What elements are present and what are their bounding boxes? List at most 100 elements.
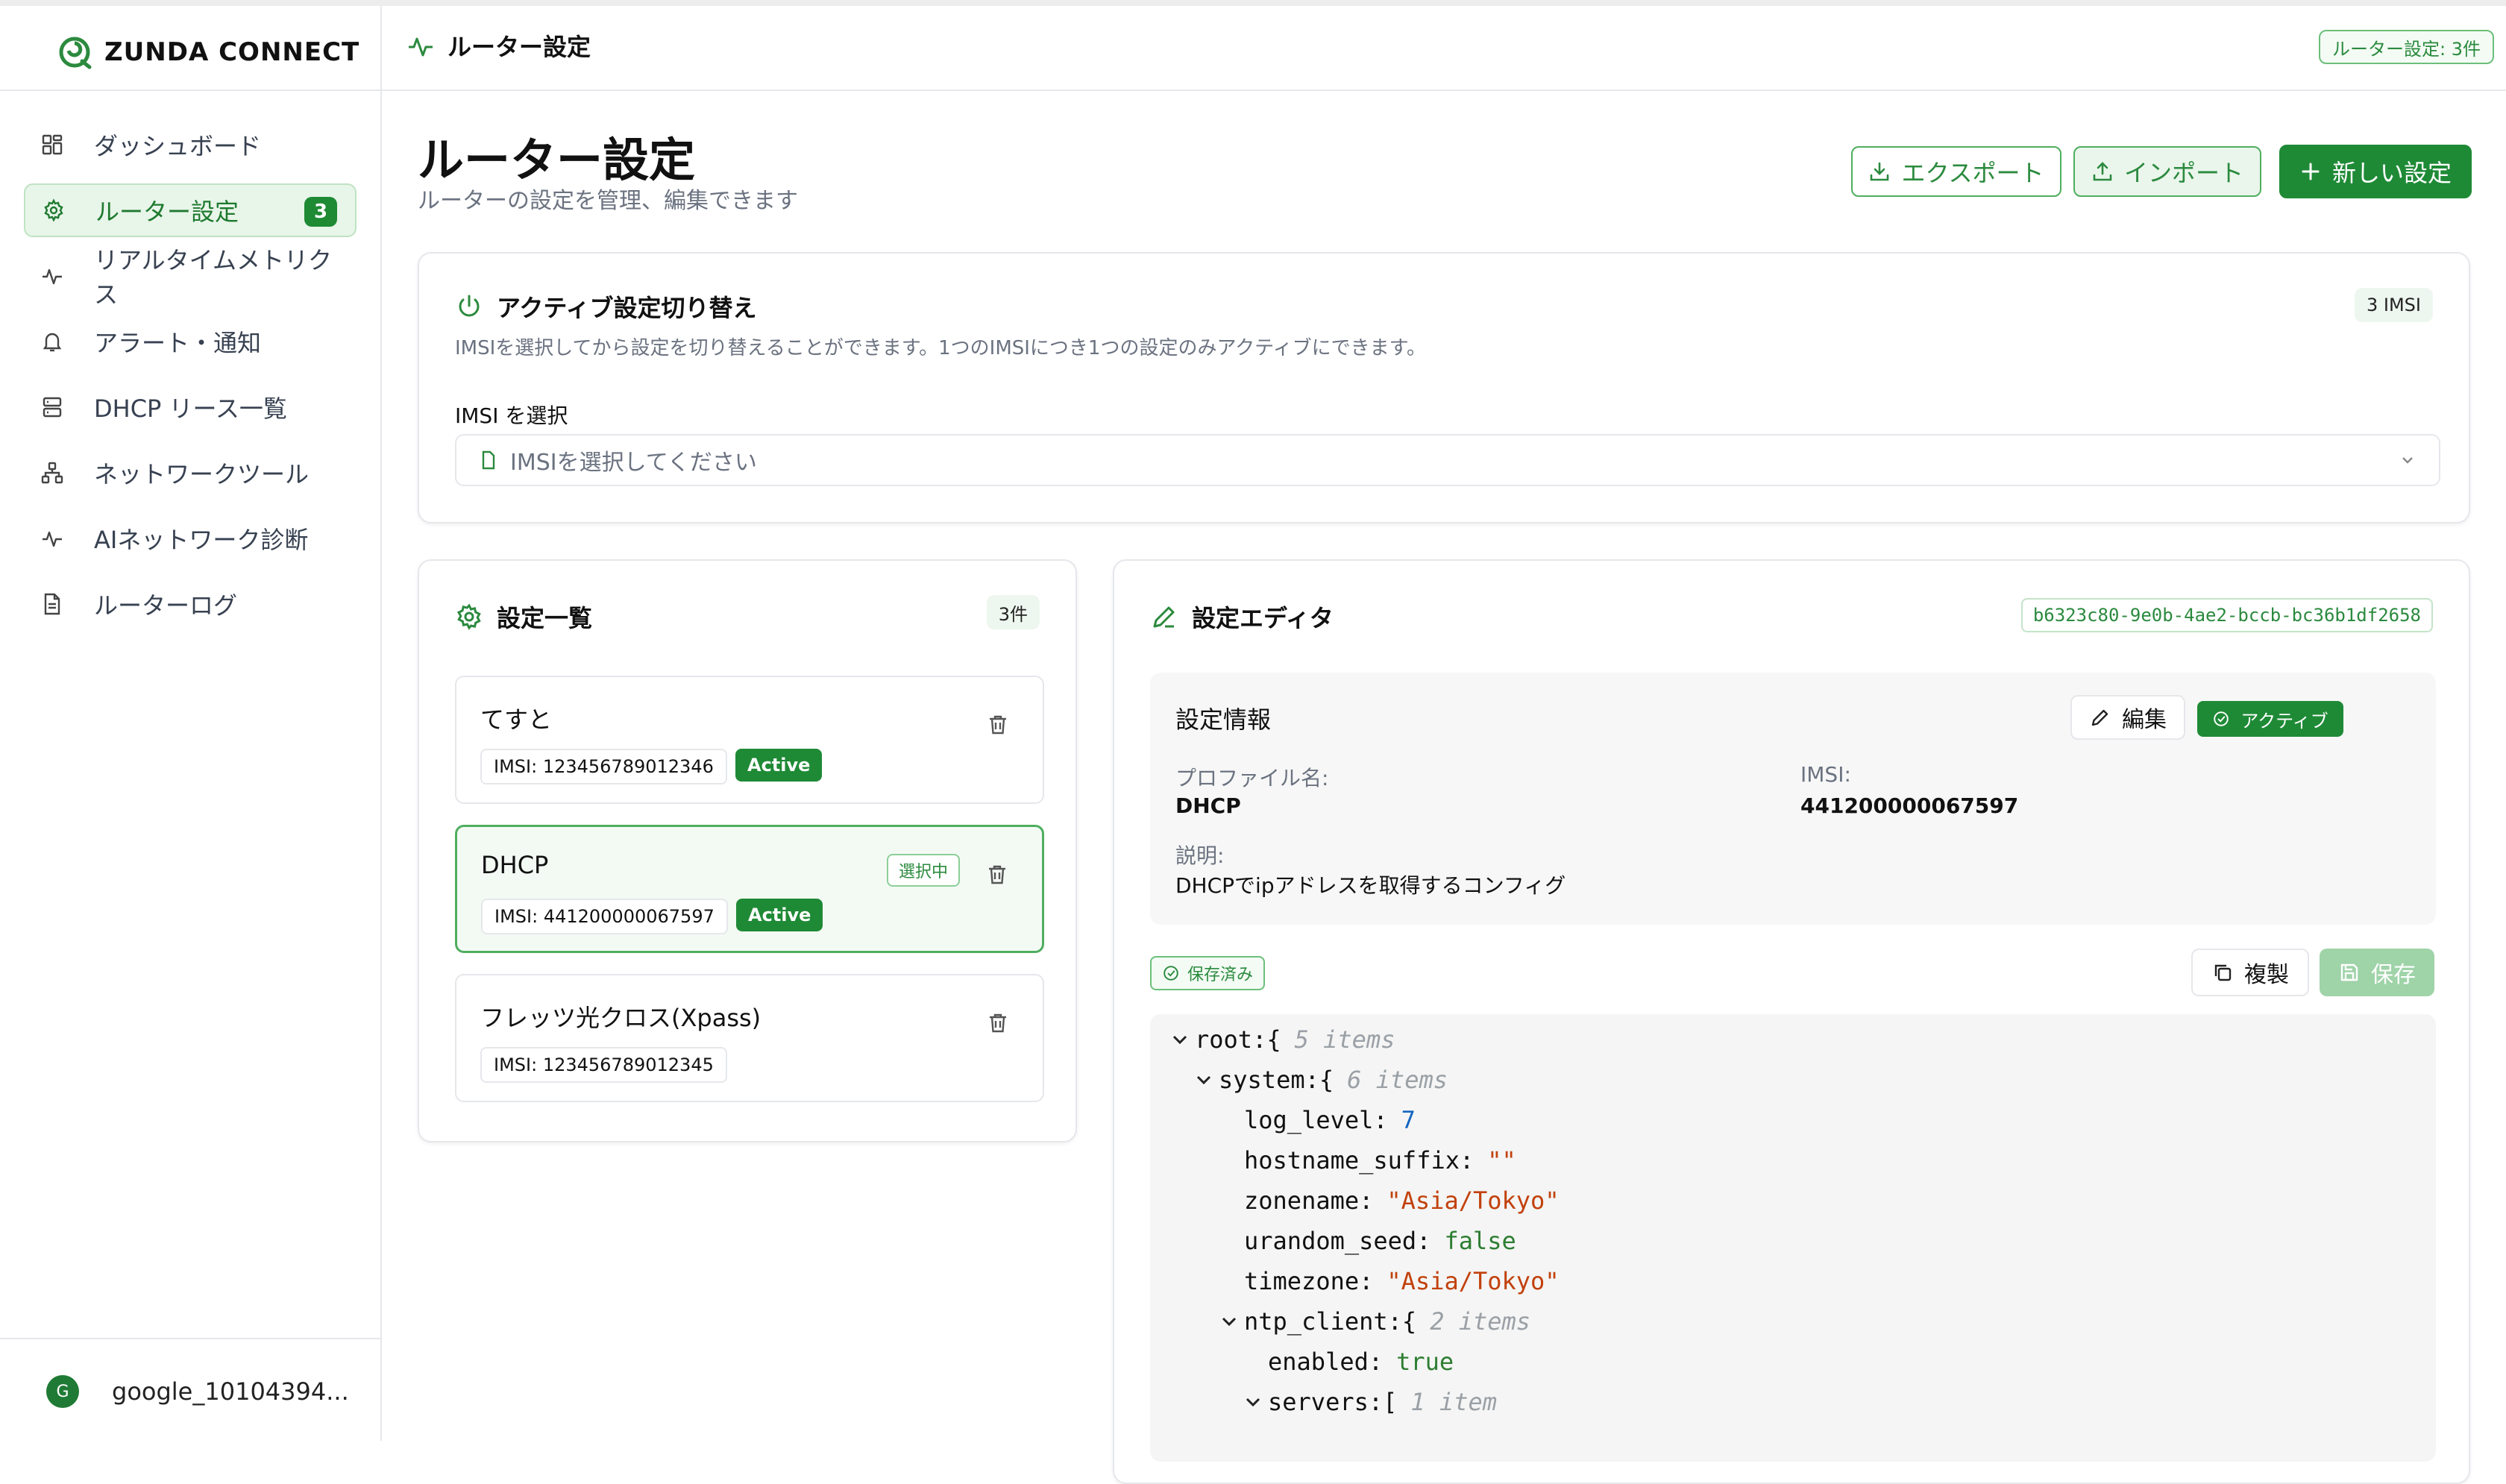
json-key: servers: xyxy=(1268,1388,1384,1416)
sidebar-item-dashboard[interactable]: ダッシュボード xyxy=(24,118,357,172)
brand-name: ZUNDA CONNECT xyxy=(104,37,360,67)
network-icon xyxy=(41,462,63,484)
sidebar-item-router-settings[interactable]: ルーター設定 3 xyxy=(24,183,357,237)
sidebar-item-label: ルーター設定 xyxy=(95,198,239,226)
json-field[interactable]: log_level: 7 xyxy=(1244,1104,1416,1136)
config-name: てすと xyxy=(480,705,553,734)
json-value: "Asia/Tokyo" xyxy=(1387,1267,1560,1295)
duplicate-button[interactable]: 複製 xyxy=(2191,949,2309,996)
page-title: ルーター設定 xyxy=(418,133,696,187)
card-title: アクティブ設定切り替え xyxy=(455,289,756,324)
json-field[interactable]: urandom_seed: false xyxy=(1244,1224,1516,1257)
json-editor[interactable]: root:{5 items system:{6 items log_level:… xyxy=(1150,1014,2436,1462)
sidebar-item-label: ダッシュボード xyxy=(94,132,262,160)
active-status-badge: アクティブ xyxy=(2197,701,2343,737)
saved-status-badge: 保存済み xyxy=(1150,956,1266,990)
json-key: ntp_client: xyxy=(1244,1307,1402,1336)
json-brace: { xyxy=(1319,1066,1334,1094)
top-header: ルーター設定 ルーター設定: 3件 xyxy=(380,6,2506,91)
trash-icon[interactable] xyxy=(986,713,1010,737)
bell-icon xyxy=(43,333,62,352)
import-button[interactable]: インポート xyxy=(2073,146,2261,197)
user-menu[interactable]: G google_10104394... xyxy=(46,1375,349,1408)
profile-name-value: DHCP xyxy=(1175,793,1241,818)
trash-icon[interactable] xyxy=(985,863,1009,887)
brand-logo[interactable]: ZUNDA CONNECT xyxy=(57,28,359,76)
json-node-root[interactable]: root:{5 items xyxy=(1169,1023,1395,1056)
card-title-text: 設定一覧 xyxy=(497,604,593,632)
sidebar-item-realtime-metrics[interactable]: リアルタイムメトリクス xyxy=(24,246,357,309)
active-label: アクティブ xyxy=(2240,710,2328,732)
card-title: 設定一覧 xyxy=(455,600,592,634)
activity-icon xyxy=(43,268,62,285)
save-button[interactable]: 保存 xyxy=(2320,949,2434,996)
chevron-down-icon[interactable] xyxy=(1193,1069,1214,1090)
json-node-servers[interactable]: servers:[1 item xyxy=(1243,1386,1497,1418)
json-field[interactable]: enabled: true xyxy=(1268,1345,1454,1378)
edit-button[interactable]: 編集 xyxy=(2070,695,2185,740)
active-badge: Active xyxy=(735,749,823,782)
config-id-badge: b6323c80-9e0b-4ae2-bccb-bc36b1df2658 xyxy=(2020,598,2433,632)
config-list-item-selected[interactable]: DHCP 選択中 IMSI: 441200000067597 Active xyxy=(455,825,1044,953)
imsi-count-badge: 3 IMSI xyxy=(2355,288,2433,322)
gear-icon xyxy=(44,198,63,222)
sidebar-item-dhcp-leases[interactable]: DHCP リース一覧 xyxy=(24,380,357,434)
count-badge: 3 xyxy=(304,197,337,227)
new-config-button[interactable]: 新しい設定 xyxy=(2279,145,2472,198)
config-info-panel: 設定情報 編集 アクティブ プロファイル名: DHCP IMSI: 441200… xyxy=(1150,673,2436,925)
json-value: "" xyxy=(1487,1146,1516,1175)
json-node-system[interactable]: system:{6 items xyxy=(1193,1063,1448,1096)
window-top-edge xyxy=(0,0,2506,6)
config-name: フレッツ光クロス(Xpass) xyxy=(480,1004,761,1032)
chevron-down-icon[interactable] xyxy=(1243,1392,1263,1412)
json-value: 7 xyxy=(1401,1106,1416,1134)
export-button[interactable]: エクスポート xyxy=(1851,146,2061,197)
json-field[interactable]: zonename: "Asia/Tokyo" xyxy=(1244,1184,1560,1217)
active-badge: Active xyxy=(736,899,823,931)
imsi-select-placeholder: IMSIを選択してください xyxy=(510,450,757,476)
imsi-select[interactable]: IMSIを選択してください xyxy=(455,434,2440,486)
imsi-chip: IMSI: 123456789012346 xyxy=(480,749,727,785)
sidebar-item-router-logs[interactable]: ルーターログ xyxy=(24,577,357,631)
card-title-text: 設定エディタ xyxy=(1192,604,1334,632)
json-key: system: xyxy=(1219,1066,1319,1094)
copy-icon xyxy=(2214,964,2232,981)
json-count: 5 items xyxy=(1294,1025,1395,1054)
trash-icon[interactable] xyxy=(986,1011,1010,1035)
sidebar-item-label: リアルタイムメトリクス xyxy=(94,246,333,309)
json-count: 1 item xyxy=(1410,1388,1497,1416)
sidebar-item-alerts[interactable]: アラート・通知 xyxy=(24,315,357,368)
json-value: false xyxy=(1444,1227,1516,1255)
avatar: G xyxy=(46,1375,79,1408)
config-list-card: 設定一覧 3件 てすと IMSI: 123456789012346 Active… xyxy=(418,559,1077,1142)
json-node-ntp-client[interactable]: ntp_client:{2 items xyxy=(1219,1305,1530,1338)
json-key: root: xyxy=(1195,1025,1267,1054)
sidebar-item-ai-diagnosis[interactable]: AIネットワーク診断 xyxy=(24,512,357,565)
gear-icon xyxy=(456,603,481,630)
card-title-text: アクティブ設定切り替え xyxy=(497,294,757,322)
sidebar-item-label: DHCP リース一覧 xyxy=(94,394,287,423)
sidebar-item-label: ネットワークツール xyxy=(94,460,310,488)
sidebar-item-network-tools[interactable]: ネットワークツール xyxy=(24,446,357,500)
save-label: 保存 xyxy=(2371,962,2416,988)
info-title: 設定情報 xyxy=(1175,705,1272,734)
saved-label: 保存済み xyxy=(1187,966,1254,984)
chevron-down-icon[interactable] xyxy=(1169,1029,1190,1050)
imsi-chip: IMSI: 441200000067597 xyxy=(481,899,728,934)
json-bracket: [ xyxy=(1383,1388,1398,1416)
sidebar: ZUNDA CONNECT ダッシュボード ルーター設定 3 リアルタイムメトリ… xyxy=(0,6,382,1441)
config-list-item[interactable]: てすと IMSI: 123456789012346 Active xyxy=(455,676,1044,804)
chevron-down-icon[interactable] xyxy=(1219,1311,1240,1332)
json-count: 2 items xyxy=(1430,1307,1531,1336)
pencil-icon xyxy=(1153,606,1175,628)
json-brace: { xyxy=(1266,1025,1281,1054)
json-field[interactable]: hostname_suffix: "" xyxy=(1244,1144,1516,1177)
save-icon xyxy=(2340,963,2358,981)
page-subtitle: ルーターの設定を管理、編集できます xyxy=(418,188,798,214)
config-name: DHCP xyxy=(481,851,549,879)
config-count-badge: 3件 xyxy=(986,595,1040,629)
config-list-item[interactable]: フレッツ光クロス(Xpass) IMSI: 123456789012345 xyxy=(455,974,1044,1102)
json-key: log_level: xyxy=(1244,1106,1388,1134)
active-switch-card: アクティブ設定切り替え 3 IMSI IMSIを選択してから設定を切り替えること… xyxy=(418,252,2470,524)
json-field[interactable]: timezone: "Asia/Tokyo" xyxy=(1244,1265,1560,1298)
